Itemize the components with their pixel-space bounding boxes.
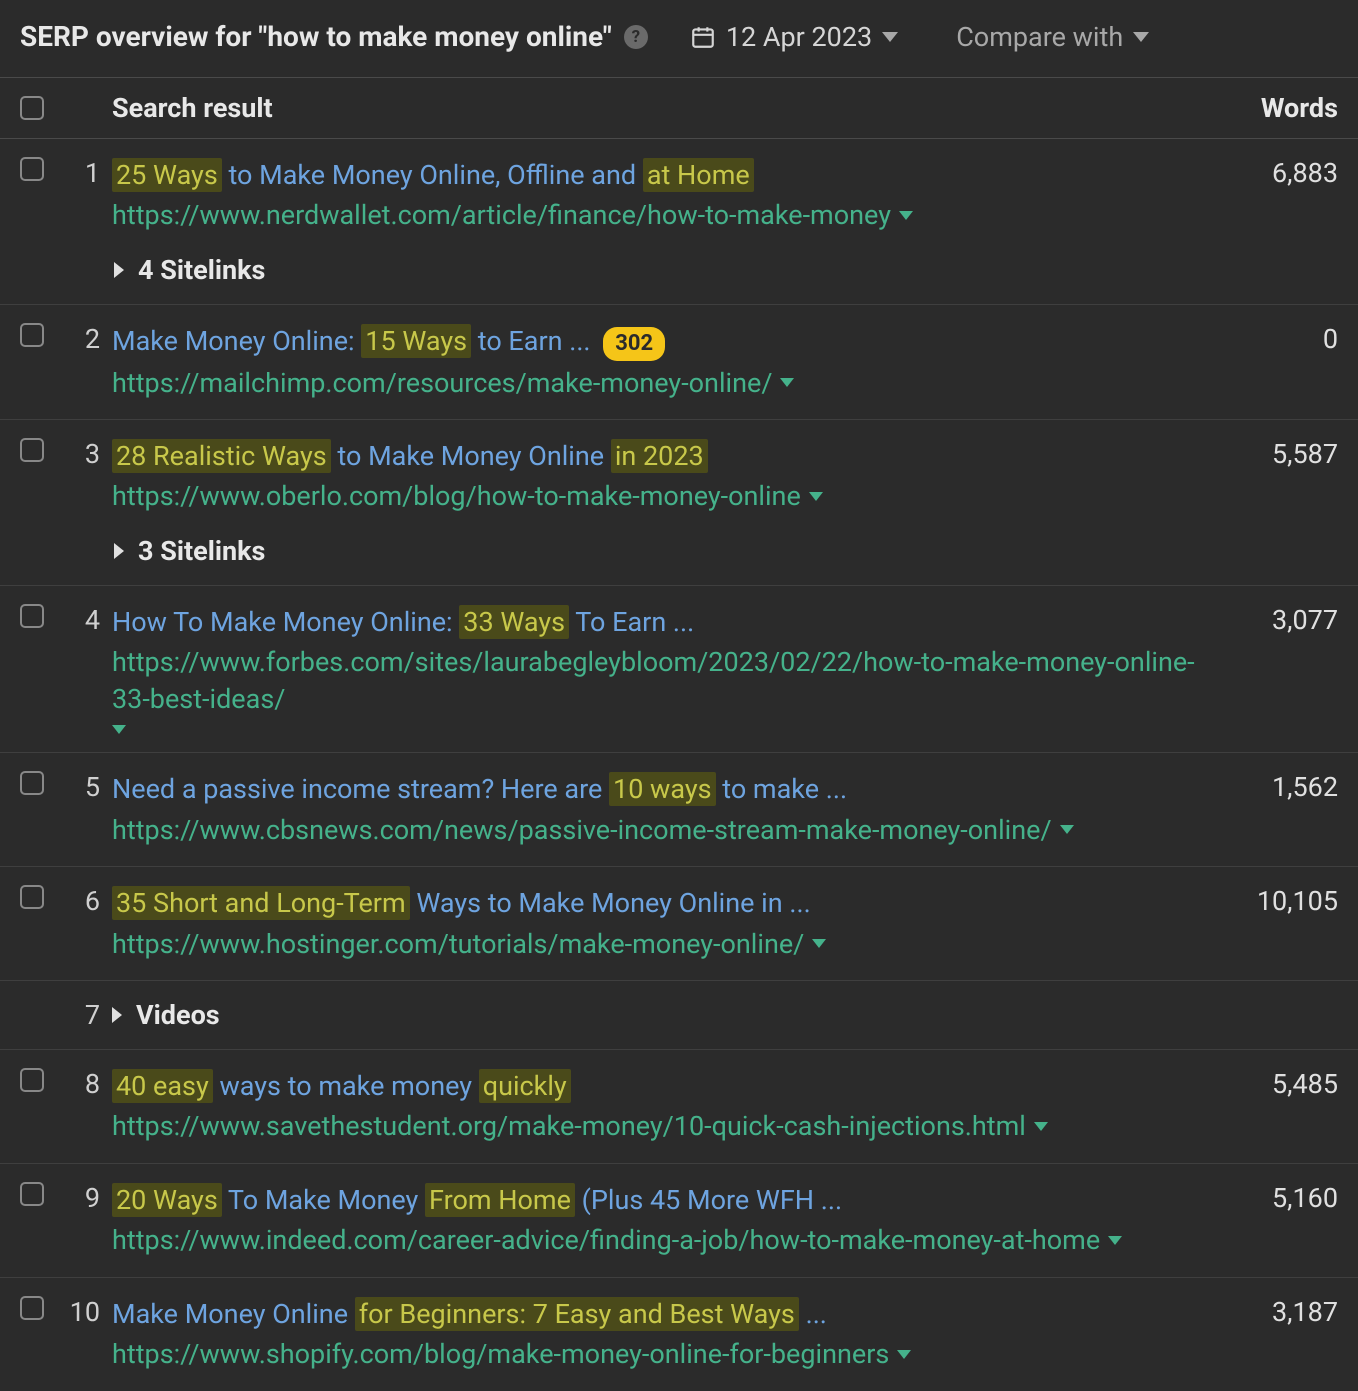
help-icon[interactable]: ? [624, 25, 648, 49]
url-dropdown-icon[interactable] [812, 939, 826, 948]
sitelinks-toggle[interactable]: 3 Sitelinks [112, 535, 1208, 567]
result-title[interactable]: 25 Ways to Make Money Online, Offline an… [112, 157, 1208, 193]
result-cell: Need a passive income stream? Here are 1… [112, 771, 1208, 848]
words-count: 5,160 [1208, 1182, 1338, 1214]
url-dropdown-icon[interactable] [809, 492, 823, 501]
url-dropdown-icon[interactable] [897, 1350, 911, 1359]
result-cell: 25 Ways to Make Money Online, Offline an… [112, 157, 1208, 286]
result-cell: 20 Ways To Make Money From Home (Plus 45… [112, 1182, 1208, 1259]
result-cell: 40 easy ways to make money quickly https:… [112, 1068, 1208, 1145]
expand-icon [114, 262, 124, 278]
result-title[interactable]: Make Money Online: 15 Ways to Earn ... 3… [112, 323, 1208, 361]
rank: 2 [64, 323, 112, 355]
row-checkbox[interactable] [20, 771, 44, 795]
page-title: SERP overview for "how to make money onl… [20, 20, 612, 53]
result-row: 840 easy ways to make money quickly https… [0, 1050, 1358, 1164]
result-title[interactable]: Make Money Online for Beginners: 7 Easy … [112, 1296, 1208, 1332]
date-value: 12 Apr 2023 [726, 21, 872, 53]
videos-label[interactable]: Videos [136, 999, 220, 1031]
select-all-checkbox[interactable] [20, 96, 44, 120]
header-bar: SERP overview for "how to make money onl… [0, 0, 1358, 77]
sitelinks-label: 4 Sitelinks [138, 254, 265, 286]
row-checkbox[interactable] [20, 323, 44, 347]
result-row: 125 Ways to Make Money Online, Offline a… [0, 139, 1358, 305]
url-dropdown-icon[interactable] [1034, 1122, 1048, 1131]
row-checkbox[interactable] [20, 885, 44, 909]
result-row: 635 Short and Long-Term Ways to Make Mon… [0, 867, 1358, 981]
result-row: 5Need a passive income stream? Here are … [0, 753, 1358, 867]
words-count: 0 [1208, 323, 1338, 355]
result-row: 4How To Make Money Online: 33 Ways To Ea… [0, 586, 1358, 753]
result-url[interactable]: https://www.nerdwallet.com/article/finan… [112, 197, 1208, 233]
result-title[interactable]: 28 Realistic Ways to Make Money Online i… [112, 438, 1208, 474]
result-row: 2Make Money Online: 15 Ways to Earn ... … [0, 305, 1358, 420]
column-search-result: Search result [112, 92, 1208, 124]
result-cell: 28 Realistic Ways to Make Money Online i… [112, 438, 1208, 567]
rank: 7 [64, 999, 112, 1031]
words-count: 6,883 [1208, 157, 1338, 189]
result-cell: How To Make Money Online: 33 Ways To Ear… [112, 604, 1208, 734]
result-row: 920 Ways To Make Money From Home (Plus 4… [0, 1164, 1358, 1278]
compare-dropdown[interactable]: Compare with [956, 21, 1149, 53]
result-url[interactable]: https://www.savethestudent.org/make-mone… [112, 1108, 1208, 1144]
table-header: Search result Words [0, 77, 1358, 139]
videos-row: 7 Videos [0, 981, 1358, 1050]
compare-label: Compare with [956, 21, 1123, 53]
result-url[interactable]: https://www.cbsnews.com/news/passive-inc… [112, 812, 1208, 848]
result-title[interactable]: 35 Short and Long-Term Ways to Make Mone… [112, 885, 1208, 921]
expand-icon [114, 543, 124, 559]
result-cell: Make Money Online for Beginners: 7 Easy … [112, 1296, 1208, 1373]
rank: 10 [64, 1296, 112, 1328]
result-row: 10Make Money Online for Beginners: 7 Eas… [0, 1278, 1358, 1391]
row-checkbox[interactable] [20, 1068, 44, 1092]
chevron-down-icon [882, 32, 898, 42]
expand-icon[interactable] [112, 1007, 122, 1023]
sitelinks-toggle[interactable]: 4 Sitelinks [112, 254, 1208, 286]
words-count: 5,587 [1208, 438, 1338, 470]
result-url[interactable]: https://mailchimp.com/resources/make-mon… [112, 365, 1208, 401]
result-title[interactable]: 20 Ways To Make Money From Home (Plus 45… [112, 1182, 1208, 1218]
status-badge: 302 [603, 327, 665, 361]
result-url[interactable]: https://www.indeed.com/career-advice/fin… [112, 1222, 1208, 1258]
result-url[interactable]: https://www.oberlo.com/blog/how-to-make-… [112, 478, 1208, 514]
result-url[interactable]: https://www.shopify.com/blog/make-money-… [112, 1336, 1208, 1372]
row-checkbox[interactable] [20, 438, 44, 462]
words-count: 1,562 [1208, 771, 1338, 803]
rank: 4 [64, 604, 112, 636]
url-dropdown-icon[interactable] [1108, 1236, 1122, 1245]
result-title[interactable]: How To Make Money Online: 33 Ways To Ear… [112, 604, 1208, 640]
result-cell: Make Money Online: 15 Ways to Earn ... 3… [112, 323, 1208, 401]
chevron-down-icon [1133, 32, 1149, 42]
result-title[interactable]: Need a passive income stream? Here are 1… [112, 771, 1208, 807]
sitelinks-label: 3 Sitelinks [138, 535, 265, 567]
url-dropdown-icon[interactable] [112, 725, 126, 734]
column-words: Words [1208, 92, 1338, 124]
row-checkbox[interactable] [20, 1296, 44, 1320]
rank: 1 [64, 157, 112, 189]
calendar-icon [690, 24, 716, 50]
rank: 8 [64, 1068, 112, 1100]
row-checkbox[interactable] [20, 157, 44, 181]
words-count: 3,187 [1208, 1296, 1338, 1328]
words-count: 3,077 [1208, 604, 1338, 636]
row-checkbox[interactable] [20, 1182, 44, 1206]
rank: 3 [64, 438, 112, 470]
words-count: 5,485 [1208, 1068, 1338, 1100]
result-title[interactable]: 40 easy ways to make money quickly [112, 1068, 1208, 1104]
result-cell: Videos [112, 999, 1208, 1031]
result-url[interactable]: https://www.hostinger.com/tutorials/make… [112, 926, 1208, 962]
result-url[interactable]: https://www.forbes.com/sites/laurabegley… [112, 644, 1208, 734]
result-row: 328 Realistic Ways to Make Money Online … [0, 420, 1358, 586]
rank: 6 [64, 885, 112, 917]
url-dropdown-icon[interactable] [1060, 825, 1074, 834]
row-checkbox[interactable] [20, 604, 44, 628]
rank: 9 [64, 1182, 112, 1214]
url-dropdown-icon[interactable] [780, 378, 794, 387]
rank: 5 [64, 771, 112, 803]
words-count: 10,105 [1208, 885, 1338, 917]
date-picker[interactable]: 12 Apr 2023 [690, 21, 898, 53]
url-dropdown-icon[interactable] [899, 211, 913, 220]
result-cell: 35 Short and Long-Term Ways to Make Mone… [112, 885, 1208, 962]
